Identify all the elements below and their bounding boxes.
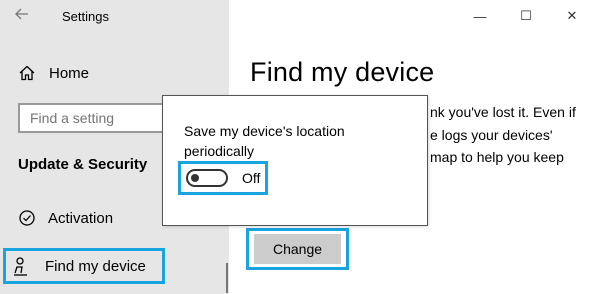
- sidebar-item-label: Activation: [48, 209, 114, 227]
- maximize-icon[interactable]: ☐: [503, 0, 549, 32]
- description-text: nk you've lost it. Even if e logs your d…: [430, 101, 590, 169]
- toggle-knob: [191, 174, 199, 182]
- sidebar-item-find-my-device[interactable]: Find my device: [3, 248, 165, 284]
- sidebar-item-activation[interactable]: Activation: [18, 206, 113, 230]
- location-popup: Save my device's location periodically O…: [162, 95, 428, 226]
- window-controls: — ☐ ✕: [457, 0, 595, 32]
- back-arrow-icon[interactable]: [14, 6, 34, 26]
- home-icon: [18, 64, 36, 82]
- popup-label: Save my device's location periodically: [184, 123, 345, 159]
- location-toggle[interactable]: [186, 169, 228, 187]
- check-circle-icon: [18, 209, 36, 227]
- toggle-highlight: Off: [178, 161, 268, 195]
- sidebar-item-label: Find my device: [45, 257, 146, 275]
- change-button[interactable]: Change: [254, 234, 341, 264]
- description-line: map to help you keep: [430, 149, 564, 165]
- close-icon[interactable]: ✕: [549, 0, 595, 32]
- description-line: nk you've lost it. Even if: [430, 104, 576, 120]
- section-heading: Update & Security: [18, 156, 148, 173]
- minimize-icon[interactable]: —: [457, 0, 503, 32]
- description-line: e logs your devices': [430, 126, 553, 143]
- nav-home[interactable]: Home: [18, 62, 89, 84]
- nav-home-label: Home: [49, 64, 90, 82]
- change-button-highlight: Change: [246, 228, 349, 270]
- app-title: Settings: [62, 9, 109, 24]
- person-pin-icon: [13, 257, 31, 276]
- scrollbar[interactable]: [226, 263, 228, 293]
- page-title: Find my device: [250, 57, 435, 87]
- toggle-state-label: Off: [242, 170, 261, 186]
